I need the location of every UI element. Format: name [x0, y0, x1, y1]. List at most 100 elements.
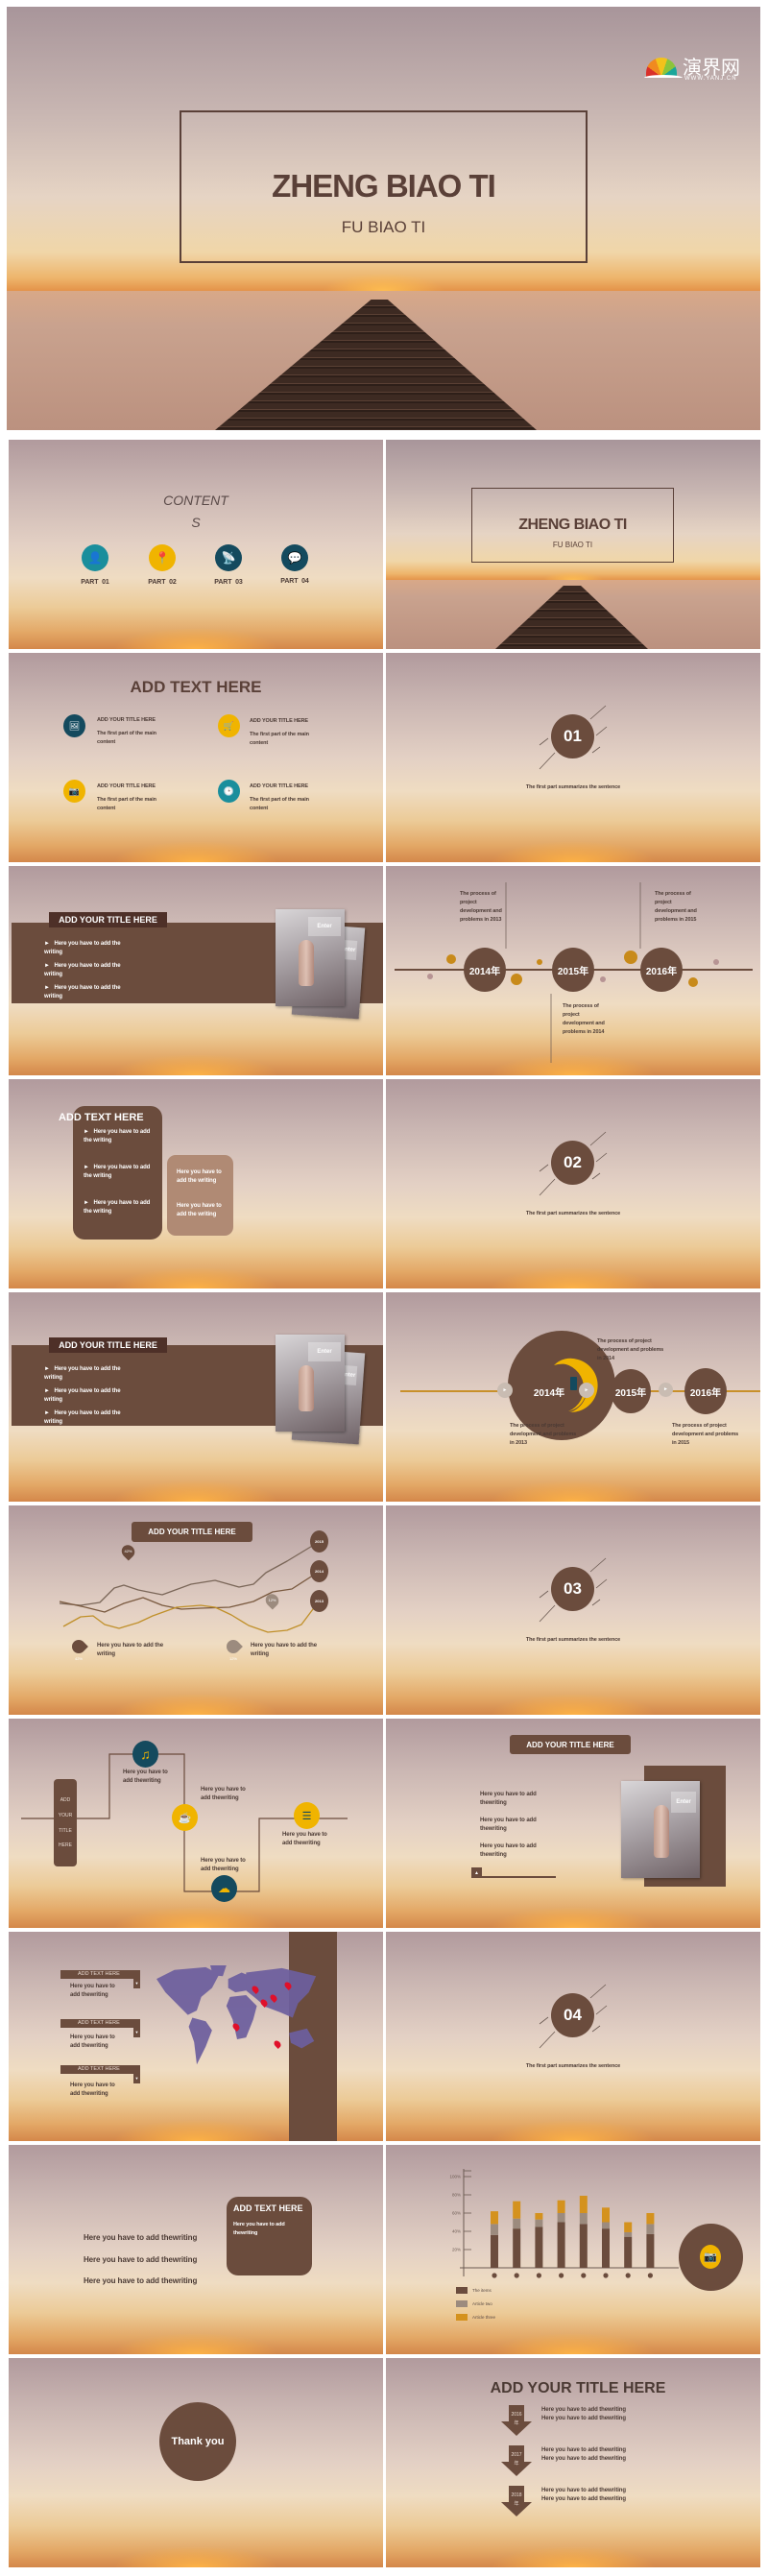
milestone-line: Here you have to add thewriting	[541, 2488, 626, 2493]
list-item: Here you have to add thewriting	[480, 1818, 537, 1832]
slide-thank-you[interactable]: Thank you	[9, 2358, 383, 2567]
year-node[interactable]: 2015年	[611, 1369, 651, 1413]
music-note-icon[interactable]: ♫	[132, 1741, 158, 1768]
cloud-icon[interactable]: ☁	[211, 1875, 237, 1902]
bullet-item: ► Here you have to add the writing	[44, 963, 123, 977]
slide-flow[interactable]: ADD YOUR TITLE HERE ♫ ☕ ☁ ☰ Here you hav…	[9, 1719, 383, 1928]
slide-photo-list[interactable]: ADD YOUR TITLE HERE Enter Here you have …	[386, 1719, 760, 1928]
slide-cover[interactable]: ZHENG BIAO TI FU BIAO TI	[386, 440, 760, 649]
flow-step-text: Here you have to add thewriting	[282, 1832, 327, 1846]
category-dot	[603, 2273, 609, 2278]
trend-line	[59, 1541, 320, 1606]
text-tag: ADD TEXT HERE	[60, 2065, 140, 2074]
part-label[interactable]: PART 04	[266, 577, 324, 586]
slide-text-boxes[interactable]: ADD TEXT HERE ► Here you have to add the…	[9, 1079, 383, 1288]
series-end-label: 2014	[310, 1560, 328, 1582]
text-tag: ADD TEXT HERE	[60, 1970, 140, 1979]
text-line: Here you have to add thewriting	[84, 2233, 198, 2242]
satellite-dish-icon[interactable]: 📡	[215, 544, 242, 571]
timeline-note: The process of project development and p…	[597, 1338, 664, 1361]
flow-step-text: Here you have to add thewriting	[123, 1769, 168, 1784]
dropdown-icon[interactable]: ▼	[133, 2028, 140, 2037]
vertical-title-word: ADD	[60, 1797, 71, 1803]
slide-milestones[interactable]: ADD YOUR TITLE HERE 2016 年 Here you have…	[386, 2358, 760, 2567]
slide-text-box[interactable]: Here you have to add thewriting Here you…	[9, 2145, 383, 2354]
y-tick-label: 20%	[452, 2248, 461, 2252]
year-node[interactable]: 2016年	[684, 1368, 727, 1414]
chat-bubble-icon[interactable]: 💬	[281, 544, 308, 571]
dropdown-icon[interactable]: ▼	[133, 2074, 140, 2083]
tag-text: Here you have to add thewriting	[70, 1984, 115, 1998]
slide-timeline-2[interactable]: 2014年 2015年 2016年 ► ► ► The process of p…	[386, 1292, 760, 1502]
contents-title-wrap: S	[191, 515, 201, 530]
dropdown-icon[interactable]: ▼	[133, 1979, 140, 1988]
milestone-line: Here you have to add thewriting	[541, 2407, 626, 2413]
vertical-title-box	[54, 1779, 77, 1866]
box-title: ADD TEXT HERE	[233, 2203, 303, 2213]
user-icon[interactable]: 👤	[82, 544, 108, 571]
timeline-note: The process of project development and p…	[655, 891, 697, 923]
part-label[interactable]: PART 03	[200, 578, 257, 587]
timeline-note: The process of project development and p…	[563, 1003, 605, 1035]
section-caption: The first part summarizes the sentence	[525, 2063, 621, 2069]
y-tick-label: 60%	[452, 2211, 461, 2216]
thank-you-circle: Thank you	[159, 2402, 236, 2481]
enter-label: Enter	[671, 1792, 696, 1813]
flow-step-text: Here you have to add thewriting	[201, 1787, 246, 1801]
part-label[interactable]: PART 01	[66, 578, 124, 587]
bar-segment	[602, 2207, 610, 2223]
legend-text: Here you have to add the writing	[251, 1643, 317, 1657]
cup-icon[interactable]: ☕	[172, 1804, 198, 1831]
part-label[interactable]: PART 02	[133, 578, 191, 587]
year-node[interactable]: 2014年	[528, 1382, 570, 1401]
year-node[interactable]: 2014年	[464, 948, 506, 992]
slide-timeline-1[interactable]: 2014年 2015年 2016年 The process of project…	[386, 866, 760, 1075]
legend-swatch	[456, 2300, 468, 2307]
clock-icon: 🕒	[218, 780, 240, 803]
rainbow-icon	[646, 58, 677, 77]
bar-segment	[602, 2222, 610, 2229]
logo-url: WWW.YANJ.CN	[684, 76, 737, 82]
category-dot	[492, 2273, 497, 2278]
year-node[interactable]: 2015年	[552, 948, 594, 992]
bullet-item: ► Here you have to add the writing	[44, 985, 123, 999]
milestone-unit: 年	[514, 2501, 519, 2507]
vertical-title-word: YOUR	[58, 1813, 73, 1818]
touch-photo: Enter	[621, 1781, 700, 1878]
legend-label: Article three	[472, 2315, 496, 2320]
slide-title-hero[interactable]: ZHENG BIAO TI FU BIAO TI 演界网 WWW.YANJ.CN	[7, 7, 760, 430]
year-node[interactable]: 2016年	[640, 948, 683, 992]
contents-title: CONTENT	[163, 493, 228, 508]
section-number: 04	[551, 1993, 594, 2037]
category-dot	[625, 2273, 631, 2278]
slide-bar-chart[interactable]: 20% 40% 60% 80% 100% The items Article two Arti…	[386, 2145, 760, 2354]
slide-overview[interactable]: ADD TEXT HERE 🖼 ADD YOUR TITLE HERE The …	[9, 653, 383, 862]
hero-subtitle: FU BIAO TI	[341, 218, 426, 236]
list-item: Here you have to add thewriting	[480, 1843, 537, 1858]
legend-swatch	[456, 2287, 468, 2294]
legend-text: Here you have to add the writing	[97, 1643, 163, 1657]
slide-trend-lines[interactable]: ADD YOUR TITLE HERE 2015 2014 2013 42% 1…	[9, 1505, 383, 1715]
bullet-item: ► Here you have to add the writing	[44, 941, 123, 955]
series-end-label: 2013	[310, 1590, 328, 1612]
database-icon[interactable]: ☰	[294, 1802, 320, 1829]
bar-segment	[624, 2222, 633, 2232]
map-pin-icon[interactable]: 📍	[149, 544, 176, 571]
slide-section-01[interactable]: 01 The first part summarizes the sentenc…	[386, 653, 760, 862]
title-tag: ADD YOUR TITLE HERE	[510, 1735, 631, 1754]
world-map	[156, 1965, 317, 2065]
slide-contents[interactable]: CONTENT S 👤 📍 📡 💬 PART 01 PART 02 PART 0…	[9, 440, 383, 649]
hero-title: ZHENG BIAO TI	[272, 168, 496, 204]
series-end-label: 2015	[310, 1530, 328, 1553]
category-dot	[514, 2273, 519, 2278]
bar-segment	[602, 2228, 610, 2268]
slide-section-04[interactable]: 04 The first part summarizes the sentenc…	[386, 1932, 760, 2141]
slide-band-1[interactable]: ADD YOUR TITLE HERE ► Here you have to a…	[9, 866, 383, 1075]
slide-world-map[interactable]: ADD TEXT HERE ▼ Here you have to add the…	[9, 1932, 383, 2141]
slide-section-02[interactable]: 02 The first part summarizes the sentenc…	[386, 1079, 760, 1288]
bar-segment	[513, 2218, 521, 2229]
slide-section-03[interactable]: 03 The first part summarizes the sentenc…	[386, 1505, 760, 1715]
value-pin-label: 42%	[124, 1549, 132, 1553]
section-number: 02	[551, 1141, 594, 1185]
slide-band-2[interactable]: ADD YOUR TITLE HERE ► Here you have to a…	[9, 1292, 383, 1502]
